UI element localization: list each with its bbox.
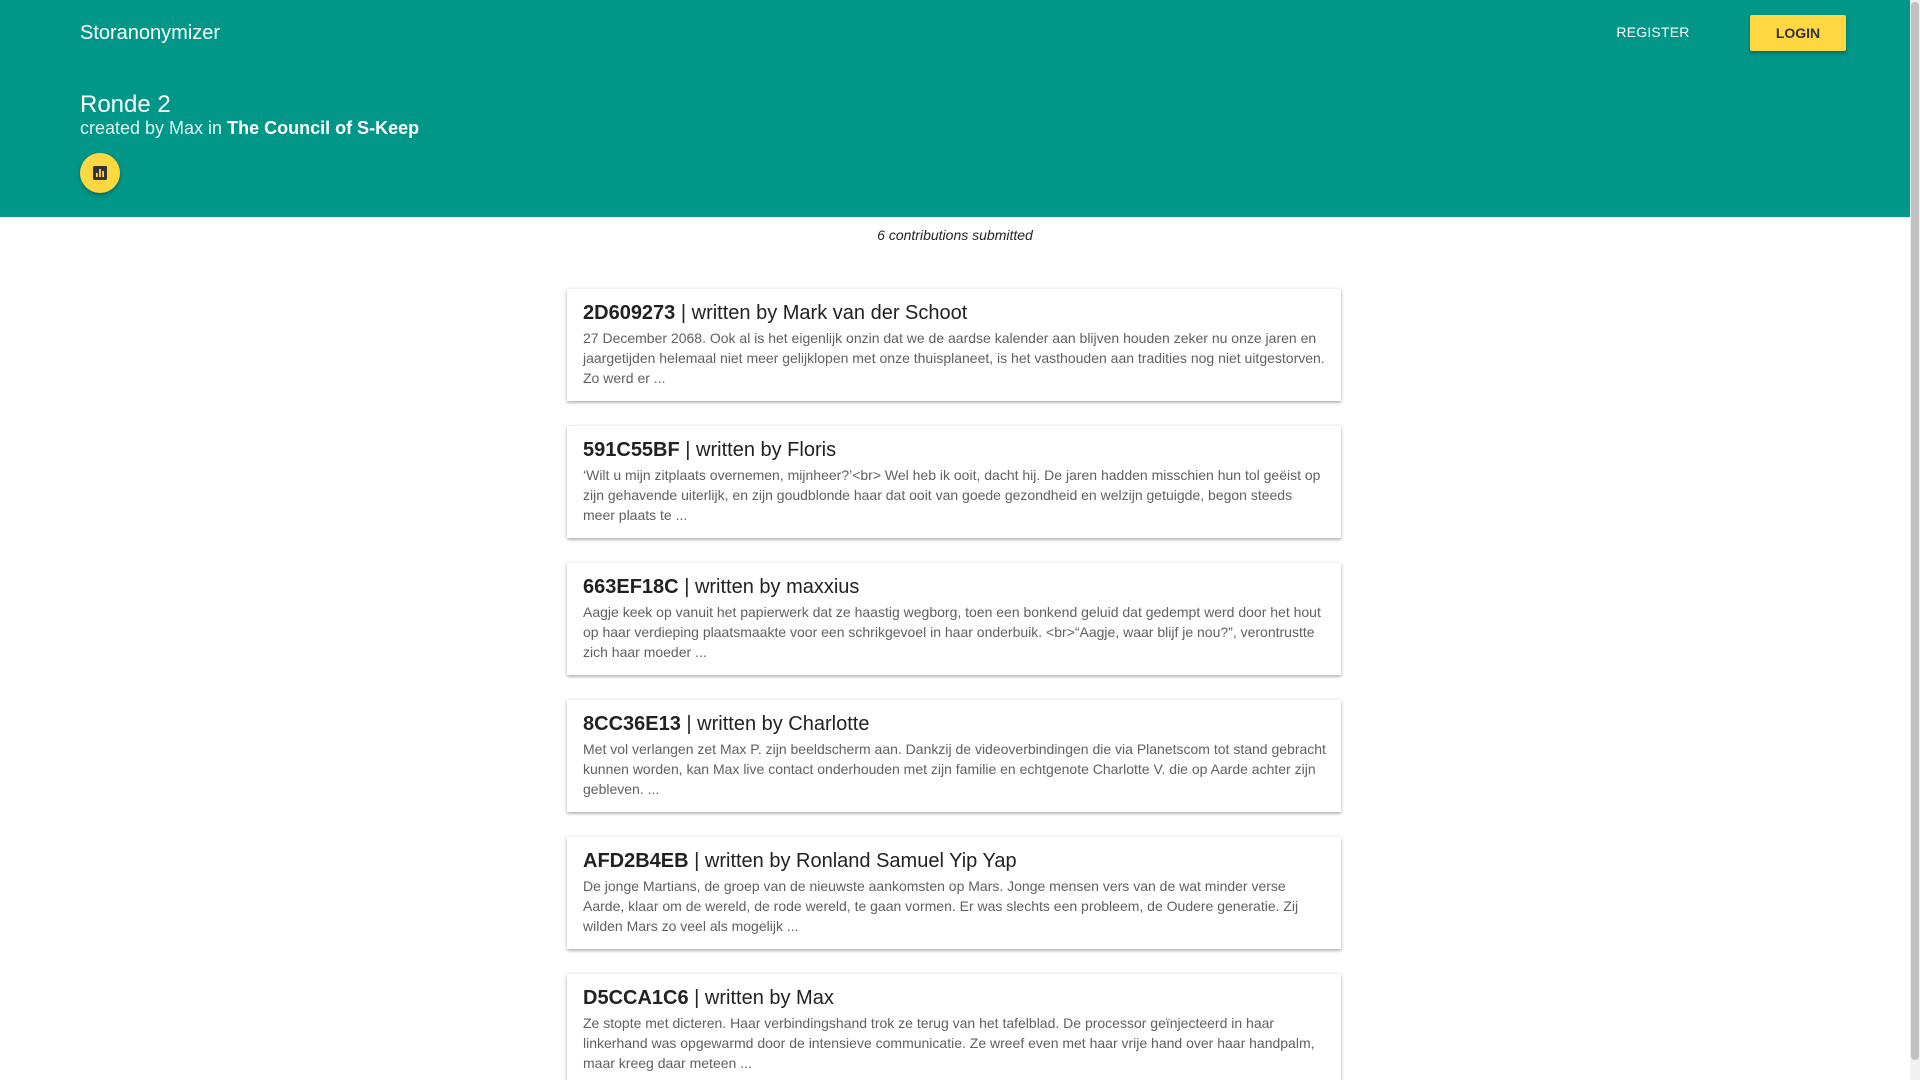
- header: Storanonymizer REGISTER LOGIN Ronde 2 cr…: [0, 0, 1910, 217]
- contributions-count: 6 contributions submitted: [877, 227, 1033, 243]
- contribution-author: | written by Mark van der Schoot: [680, 302, 968, 324]
- register-button[interactable]: REGISTER: [1599, 14, 1707, 50]
- contribution-card[interactable]: 591C55BF | written by Floris ‘Wilt u mij…: [567, 426, 1341, 538]
- group-link[interactable]: The Council of S-Keep: [227, 118, 419, 138]
- round-subtitle: created by Max in The Council of S-Keep: [80, 118, 419, 139]
- contribution-title: 8CC36E13 | written by Charlotte: [583, 713, 869, 736]
- contribution-id: 8CC36E13: [583, 713, 681, 735]
- contribution-card[interactable]: 8CC36E13 | written by Charlotte Met vol …: [567, 700, 1341, 812]
- contribution-title: D5CCA1C6 | written by Max: [583, 987, 834, 1010]
- stats-button[interactable]: [80, 153, 120, 193]
- contribution-card[interactable]: AFD2B4EB | written by Ronland Samuel Yip…: [567, 837, 1341, 949]
- scrollbar[interactable]: [1910, 0, 1920, 1080]
- scrollbar-thumb[interactable]: [1911, 2, 1919, 1060]
- contribution-title: 2D609273 | written by Mark van der Schoo…: [583, 302, 967, 325]
- contribution-id: AFD2B4EB: [583, 850, 689, 872]
- contribution-author: | written by Ronland Samuel Yip Yap: [694, 850, 1017, 872]
- contribution-title: 663EF18C | written by maxxius: [583, 576, 859, 599]
- contribution-excerpt: 27 December 2068. Ook al is het eigenlij…: [583, 330, 1325, 386]
- contribution-excerpt: Aagje keek op vanuit het papierwerk dat …: [583, 604, 1321, 660]
- contribution-id: 2D609273: [583, 302, 676, 324]
- contribution-card[interactable]: 2D609273 | written by Mark van der Schoo…: [567, 289, 1341, 401]
- contribution-author: | written by Floris: [685, 439, 837, 461]
- bar-chart-icon: [93, 166, 107, 180]
- contribution-title: 591C55BF | written by Floris: [583, 439, 836, 462]
- contribution-title: AFD2B4EB | written by Ronland Samuel Yip…: [583, 850, 1017, 873]
- contribution-card[interactable]: D5CCA1C6 | written by Max Ze stopte met …: [567, 974, 1341, 1080]
- contribution-excerpt: Ze stopte met dicteren. Haar verbindings…: [583, 1015, 1315, 1071]
- page: Storanonymizer REGISTER LOGIN Ronde 2 cr…: [0, 0, 1910, 1080]
- contribution-id: D5CCA1C6: [583, 987, 689, 1009]
- contribution-excerpt: ‘Wilt u mijn zitplaats overnemen, mijnhe…: [583, 467, 1321, 523]
- contribution-author: | written by Max: [694, 987, 834, 1009]
- brand-title[interactable]: Storanonymizer: [80, 22, 220, 45]
- contribution-excerpt: De jonge Martians, de groep van de nieuw…: [583, 878, 1299, 934]
- created-by-text: created by Max in: [80, 118, 223, 138]
- contribution-author: | written by maxxius: [684, 576, 860, 598]
- login-button[interactable]: LOGIN: [1750, 15, 1846, 51]
- page-title: Ronde 2: [80, 91, 171, 118]
- contribution-card[interactable]: 663EF18C | written by maxxius Aagje keek…: [567, 563, 1341, 675]
- contribution-id: 591C55BF: [583, 439, 680, 461]
- contribution-excerpt: Met vol verlangen zet Max P. zijn beelds…: [583, 741, 1326, 797]
- contribution-author: | written by Charlotte: [686, 713, 870, 735]
- contribution-id: 663EF18C: [583, 576, 679, 598]
